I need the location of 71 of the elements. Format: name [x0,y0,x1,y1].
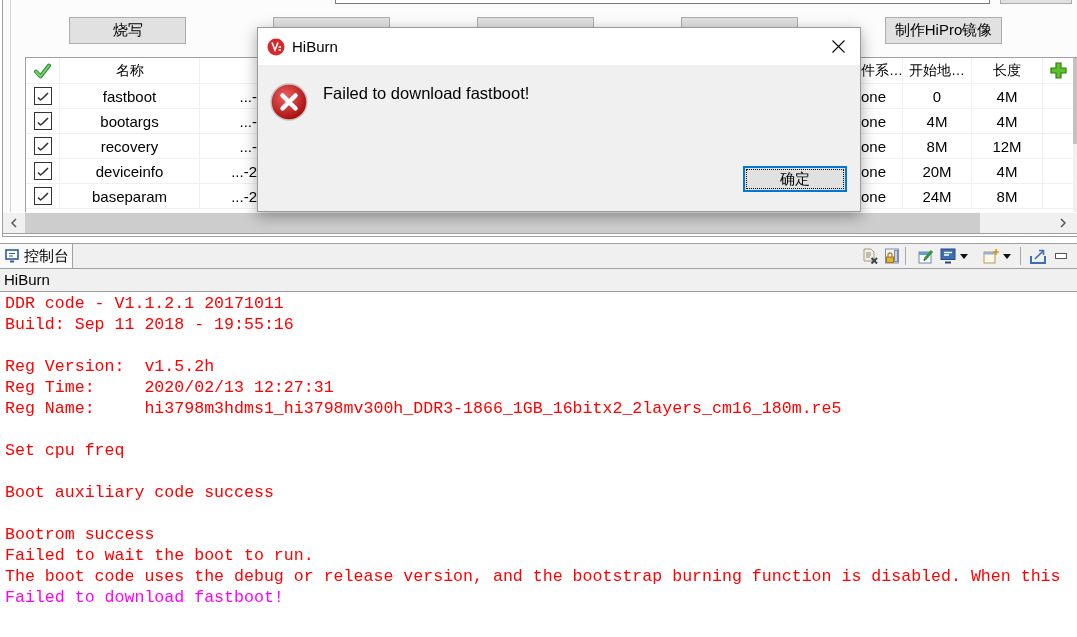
checkbox[interactable] [33,87,52,105]
action-button[interactable]: 制作HiPro镜像 [885,17,1002,44]
table-cell: one [861,87,887,105]
document-x-icon[interactable] [862,248,878,264]
minimize-icon[interactable] [1055,253,1067,259]
table-cell: one [861,162,887,180]
dialog-title: HiBurn [292,38,338,55]
table-cell: ...- [239,137,257,155]
checkbox[interactable] [33,162,52,180]
table-cell: ...-2 [231,187,257,205]
table-cell: 8M [996,187,1018,205]
table-cell: one [861,112,887,130]
error-icon [270,83,308,121]
table-cell: deviceinfo [95,162,164,180]
chevron-left-icon[interactable] [11,218,17,228]
console-line: Reg Time: 2020/02/13 12:27:31 [5,377,334,398]
confirm-button[interactable]: 确定 [743,166,847,192]
console-line: DDR code - V1.1.2.1 20171011 [5,293,284,314]
console-tab[interactable]: 控制台 [0,244,73,268]
column-header: 长度 [993,61,1021,80]
table-cell: ...- [239,87,257,105]
checkbox[interactable] [33,187,52,205]
chevron-right-icon[interactable] [1060,218,1066,228]
column-header: 名称 [115,61,144,80]
plus-icon[interactable] [1049,62,1067,79]
console-line: Failed to download fastboot! [5,587,284,608]
table-cell: 24M [922,187,952,205]
table-cell: 4M [926,112,948,130]
console-title: HiBurn [0,269,1077,292]
table-cell: fastboot [102,87,157,105]
console-line: Set cpu freq [5,440,125,461]
table-cell: bootargs [100,112,159,130]
table-cell: 4M [996,162,1018,180]
console-line: Reg Version: v1.5.2h [5,356,215,377]
table-cell: ...- [239,112,257,130]
table-cell: 0 [932,87,942,105]
checkbox[interactable] [33,112,52,130]
column-header: 开始地… [909,61,965,80]
console-line: Build: Sep 11 2018 - 19:55:16 [5,314,294,335]
console-line: Failed to wait the boot to run. [5,545,314,566]
column-header: 件系… [861,61,902,80]
table-cell: baseparam [91,187,167,205]
tray-arrow-icon[interactable] [1030,248,1046,264]
horizontal-scrollbar[interactable] [3,213,1077,234]
console-line: The boot code uses the debug or release version, and the bootstrap burning function is disabled. When this [5,566,1061,587]
dialog-message: Failed to download fastboot! [323,83,530,103]
console-line: Bootrom success [5,524,155,545]
check-all-icon[interactable] [34,62,51,79]
table-cell: 12M [992,137,1022,155]
vertical-scrollbar[interactable] [1073,58,1077,212]
table-cell: ...-2 [231,162,257,180]
table-cell: 4M [996,112,1018,130]
window-pencil-icon[interactable] [918,248,934,264]
document-lock-icon[interactable] [884,248,900,264]
console-line: Reg Name: hi3798m3hdms1_hi3798mv300h_DDR3-1866_1GB_16bitx2_2layers_cm16_180m.re5 [5,398,842,419]
table-cell: 20M [922,162,952,180]
table-cell: one [861,137,887,155]
table-cell: recovery [100,137,159,155]
console-line: Boot auxiliary code success [5,482,274,503]
checkbox[interactable] [33,137,52,155]
table-cell: one [861,187,887,205]
monitor-icon[interactable] [940,248,956,264]
table-cell: 4M [996,87,1018,105]
app-logo-icon [267,37,285,56]
table-cell: 8M [926,137,948,155]
monitor-icon [5,249,19,263]
caret-down-icon[interactable] [960,253,968,259]
caret-down-icon[interactable] [1003,253,1011,259]
action-button[interactable]: 烧写 [69,17,186,44]
close-icon[interactable] [832,40,845,53]
text-field[interactable] [335,0,990,4]
